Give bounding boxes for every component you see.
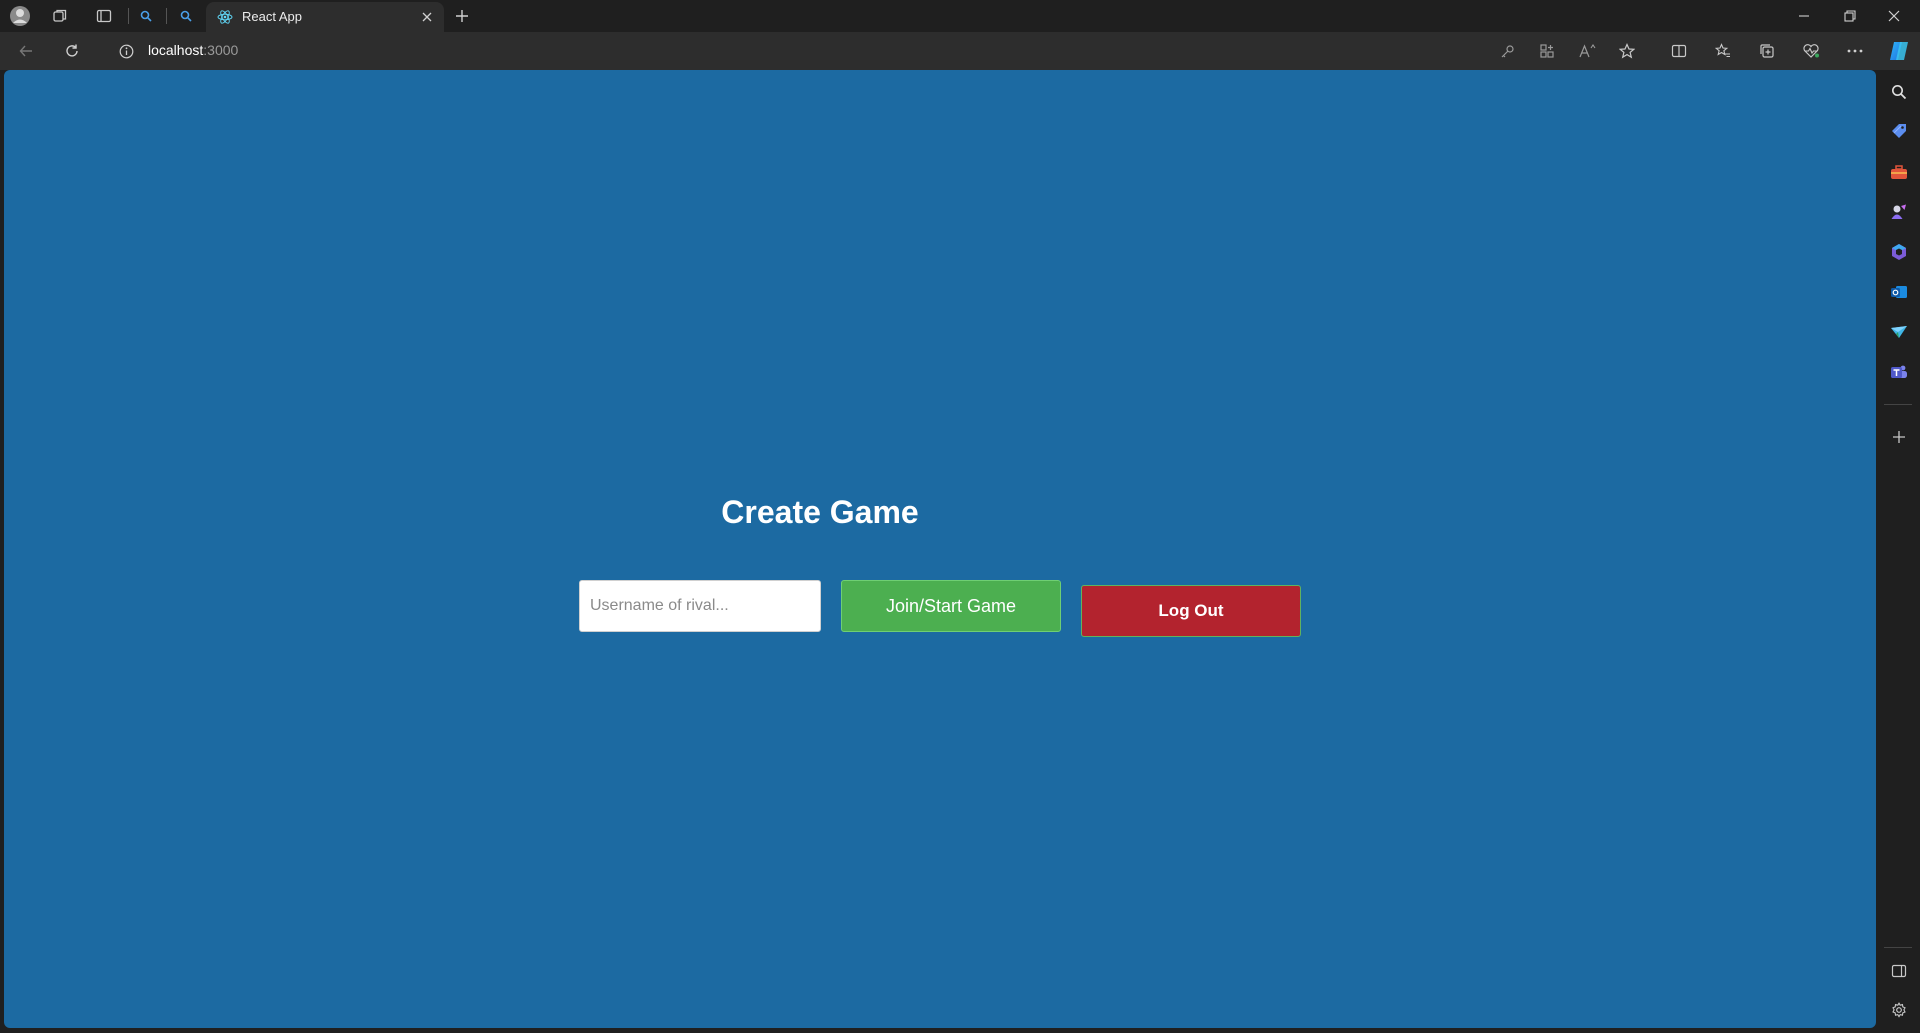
shopping-tag-icon[interactable] (1888, 121, 1910, 143)
search-icon[interactable] (1888, 81, 1910, 103)
search-tab-icon[interactable] (136, 6, 156, 26)
rival-username-input[interactable] (579, 580, 821, 632)
page-title: Create Game (721, 494, 919, 530)
browser-essentials-icon[interactable] (1801, 41, 1821, 61)
tab-divider (166, 8, 167, 24)
tab-divider (128, 8, 129, 24)
browser-toolbar: localhost:3000 (0, 32, 1920, 70)
hide-sidebar-icon[interactable] (1888, 960, 1910, 982)
games-icon[interactable] (1888, 201, 1910, 223)
tab-react-app[interactable]: React App (206, 2, 444, 32)
close-tab-icon[interactable] (418, 8, 436, 26)
read-aloud-icon[interactable] (1577, 41, 1599, 61)
profile-avatar-icon[interactable] (8, 4, 32, 28)
more-icon[interactable] (1845, 41, 1865, 61)
add-icon[interactable] (1888, 426, 1910, 448)
url-text[interactable]: localhost:3000 (148, 42, 238, 58)
app-available-icon[interactable] (1537, 41, 1557, 61)
new-tab-icon[interactable] (452, 6, 472, 26)
join-start-game-button[interactable]: Join/Start Game (841, 580, 1061, 632)
password-key-icon[interactable] (1497, 41, 1517, 61)
office-icon[interactable] (1888, 241, 1910, 263)
drop-icon[interactable] (1888, 321, 1910, 343)
tab-title: React App (242, 9, 302, 24)
tab-actions-icon[interactable] (94, 6, 114, 26)
collections-icon[interactable] (1757, 41, 1777, 61)
minimize-icon[interactable] (1794, 6, 1814, 26)
url-host: localhost (148, 42, 204, 58)
close-window-icon[interactable] (1884, 6, 1904, 26)
teams-icon[interactable] (1888, 361, 1910, 383)
page-viewport: Create Game Join/Start Game Log Out (4, 70, 1876, 1028)
sidebar-separator (1884, 404, 1912, 405)
log-out-button[interactable]: Log Out (1081, 585, 1301, 637)
search-tab-icon[interactable] (176, 6, 196, 26)
restore-icon[interactable] (1840, 6, 1860, 26)
tab-strip: React App (0, 0, 1920, 32)
favorites-icon[interactable] (1713, 41, 1733, 61)
url-port: :3000 (203, 42, 239, 58)
favorite-star-icon[interactable] (1617, 41, 1637, 61)
site-info-icon[interactable] (116, 41, 136, 61)
outlook-icon[interactable] (1888, 281, 1910, 303)
workspaces-icon[interactable] (50, 6, 70, 26)
refresh-icon[interactable] (62, 41, 82, 61)
sidebar-separator (1884, 947, 1912, 948)
tools-icon[interactable] (1888, 161, 1910, 183)
copilot-icon[interactable] (1886, 38, 1912, 64)
address-bar[interactable] (100, 37, 1880, 65)
split-screen-icon[interactable] (1669, 41, 1689, 61)
react-logo-icon (216, 8, 234, 26)
back-icon[interactable] (16, 41, 36, 61)
settings-icon[interactable] (1888, 999, 1910, 1021)
